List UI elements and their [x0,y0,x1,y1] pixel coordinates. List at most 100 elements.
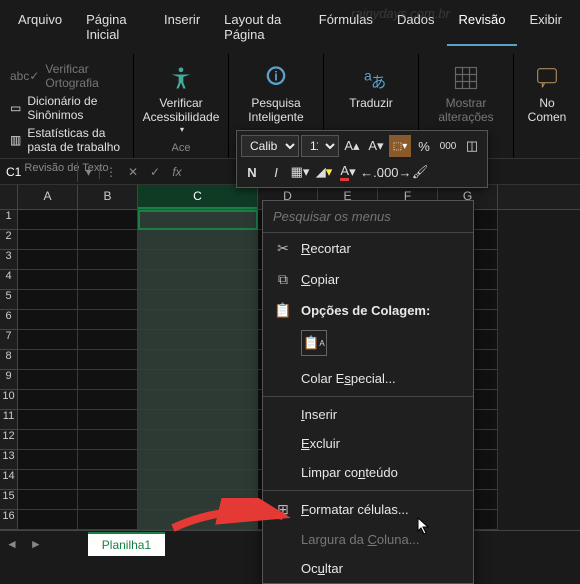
cell[interactable] [138,310,258,330]
accessibility-button[interactable]: Verificar Acessibilidade▾ [142,58,220,140]
cell[interactable] [78,470,138,490]
ctx-insert[interactable]: Inserir [263,400,473,429]
cell[interactable] [18,290,78,310]
cell[interactable] [138,330,258,350]
cell[interactable] [18,350,78,370]
cell[interactable] [18,390,78,410]
number-format-button[interactable]: ⬚▾ [389,135,411,157]
cancel-edit-button[interactable]: ✕ [122,165,144,179]
row-header[interactable]: 4 [0,270,18,290]
row-header[interactable]: 3 [0,250,18,270]
thesaurus-button[interactable]: ▭ Dicionário de Sinônimos [10,94,123,122]
percent-button[interactable]: % [413,135,435,157]
new-comment-button[interactable]: No Comen [522,58,572,130]
row-header[interactable]: 8 [0,350,18,370]
cell[interactable] [78,490,138,510]
name-box[interactable]: C1 [0,162,78,182]
cell[interactable] [138,230,258,250]
cell[interactable] [18,490,78,510]
cell[interactable] [138,250,258,270]
context-search-input[interactable] [273,209,463,224]
ctx-format-cells[interactable]: ⊞ Formatar células... [263,494,473,525]
ctx-clear[interactable]: Limpar conteúdo [263,458,473,487]
cell[interactable] [138,490,258,510]
row-header[interactable]: 13 [0,450,18,470]
border-button[interactable]: ▦▾ [289,161,311,183]
insert-function-button[interactable]: fx [166,165,188,179]
cell[interactable] [138,450,258,470]
increase-decimal-button[interactable]: .00→ [385,161,407,183]
smart-lookup-button[interactable]: i Pesquisa Inteligente [237,58,315,131]
cell[interactable] [78,450,138,470]
col-header-a[interactable]: A [18,185,78,209]
ctx-copy[interactable]: ⧉ Copiar [263,264,473,295]
cell[interactable] [18,310,78,330]
font-color-button[interactable]: A▾ [337,161,359,183]
cell[interactable] [18,470,78,490]
row-header[interactable]: 16 [0,510,18,530]
cancel-button[interactable]: ⋮ [100,165,122,179]
tab-next[interactable]: ► [24,537,48,551]
ctx-hide[interactable]: Ocultar [263,554,473,583]
ctx-paste-special[interactable]: Colar Especial... [263,364,473,393]
cell[interactable] [78,410,138,430]
decrease-font-button[interactable]: A▾ [365,135,387,157]
cell[interactable] [18,250,78,270]
ctx-cut[interactable]: ✂ Recortar [263,233,473,264]
fill-color-button[interactable]: ◢▾ [313,161,335,183]
menu-home[interactable]: Página Inicial [74,8,152,46]
format-painter-button[interactable]: 🖌 [409,161,431,183]
menu-insert[interactable]: Inserir [152,8,212,46]
cell[interactable] [18,430,78,450]
cell[interactable] [138,390,258,410]
cell[interactable] [138,470,258,490]
paste-default-button[interactable]: 📋A [301,330,327,356]
cell[interactable] [78,290,138,310]
cell[interactable] [138,370,258,390]
row-header[interactable]: 5 [0,290,18,310]
row-header[interactable]: 1 [0,210,18,230]
row-header[interactable]: 10 [0,390,18,410]
cell[interactable] [78,350,138,370]
cell[interactable] [138,350,258,370]
row-header[interactable]: 12 [0,430,18,450]
increase-font-button[interactable]: A▴ [341,135,363,157]
cell[interactable] [18,450,78,470]
context-search[interactable] [263,201,473,233]
cell[interactable] [138,410,258,430]
cell[interactable] [78,250,138,270]
row-header[interactable]: 7 [0,330,18,350]
thousands-button[interactable]: 000 [437,135,459,157]
workbook-stats-button[interactable]: ▥ Estatísticas da pasta de trabalho [10,126,123,154]
cell[interactable] [78,330,138,350]
cell[interactable] [78,230,138,250]
cell[interactable] [138,510,258,530]
cell[interactable] [78,430,138,450]
cell[interactable] [18,370,78,390]
row-header[interactable]: 11 [0,410,18,430]
ctx-column-width[interactable]: Largura da Coluna... [263,525,473,554]
cell[interactable] [138,210,258,230]
row-header[interactable]: 15 [0,490,18,510]
cell[interactable] [78,510,138,530]
cell[interactable] [18,270,78,290]
tab-prev[interactable]: ◄ [0,537,24,551]
ctx-delete[interactable]: Excluir [263,429,473,458]
menu-view[interactable]: Exibir [517,8,574,46]
spelling-button[interactable]: abc✓ Verificar Ortografia [10,62,123,90]
select-all-corner[interactable] [0,185,18,209]
row-header[interactable]: 9 [0,370,18,390]
font-select[interactable]: Calibri [241,135,299,157]
col-header-b[interactable]: B [78,185,138,209]
cell[interactable] [18,410,78,430]
cell[interactable] [138,430,258,450]
row-header[interactable]: 14 [0,470,18,490]
table-format-button[interactable]: ◫ [461,135,483,157]
cell[interactable] [138,270,258,290]
confirm-edit-button[interactable]: ✓ [144,165,166,179]
menu-file[interactable]: Arquivo [6,8,74,46]
translate-button[interactable]: aあ Traduzir [332,58,410,116]
cell[interactable] [18,230,78,250]
row-header[interactable]: 6 [0,310,18,330]
cell[interactable] [18,510,78,530]
